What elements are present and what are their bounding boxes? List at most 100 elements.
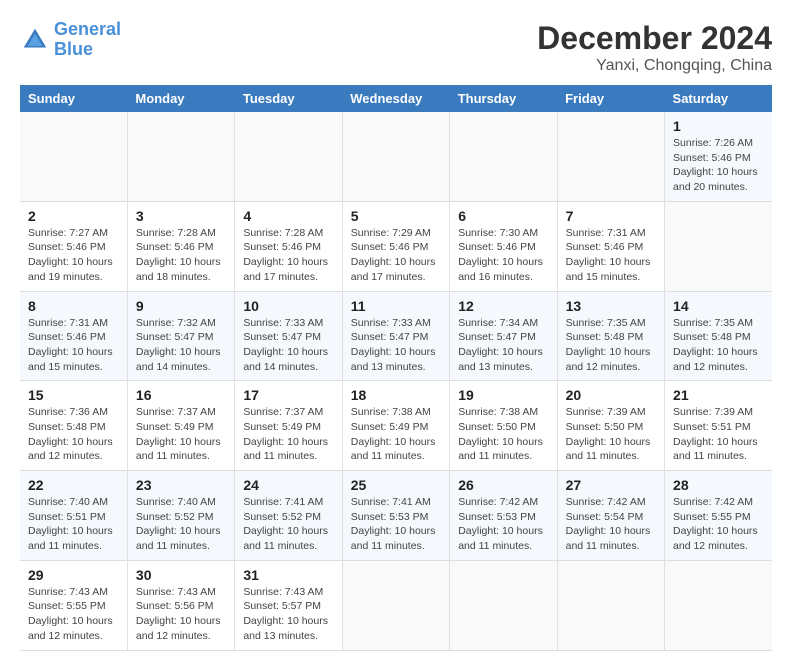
calendar-week-row: 2 Sunrise: 7:27 AMSunset: 5:46 PMDaylight… [20,201,772,291]
day-detail: Sunrise: 7:36 AMSunset: 5:48 PMDaylight:… [28,406,113,462]
day-number: 13 [566,298,656,314]
calendar-cell-empty [342,112,449,201]
day-detail: Sunrise: 7:33 AMSunset: 5:47 PMDaylight:… [351,317,436,373]
day-number: 8 [28,298,119,314]
calendar-cell-day-17: 17Sunrise: 7:37 AMSunset: 5:49 PMDayligh… [235,381,342,471]
calendar-cell-empty [665,201,772,291]
calendar-cell-day-6: 6Sunrise: 7:30 AMSunset: 5:46 PMDaylight… [450,201,557,291]
calendar-cell-day-23: 23 Sunrise: 7:40 AMSunset: 5:52 PMDayligh… [127,471,234,561]
logo-text: General Blue [54,20,121,60]
calendar-table: SundayMondayTuesdayWednesdayThursdayFrid… [20,85,772,651]
day-detail: Sunrise: 7:27 AMSunset: 5:46 PMDaylight:… [28,227,113,283]
day-detail: Sunrise: 7:38 AMSunset: 5:49 PMDaylight:… [351,406,436,462]
day-detail: Sunrise: 7:33 AMSunset: 5:47 PMDaylight:… [243,317,328,373]
calendar-cell-empty [20,112,127,201]
day-number: 22 [28,477,119,493]
day-detail: Sunrise: 7:26 AMSunset: 5:46 PMDaylight:… [673,137,758,193]
day-detail: Sunrise: 7:34 AMSunset: 5:47 PMDaylight:… [458,317,543,373]
day-number: 11 [351,298,441,314]
day-detail: Sunrise: 7:43 AMSunset: 5:55 PMDaylight:… [28,586,113,642]
day-number: 26 [458,477,548,493]
day-number: 2 [28,208,119,224]
calendar-cell-day-26: 26 Sunrise: 7:42 AMSunset: 5:53 PMDayligh… [450,471,557,561]
day-header-wednesday: Wednesday [342,85,449,112]
page-subtitle: Yanxi, Chongqing, China [537,57,772,75]
calendar-cell-day-7: 7 Sunrise: 7:31 AMSunset: 5:46 PMDaylight… [557,201,664,291]
day-detail: Sunrise: 7:38 AMSunset: 5:50 PMDaylight:… [458,406,543,462]
day-number: 18 [351,387,441,403]
logo-icon [20,25,50,55]
calendar-cell-empty [450,112,557,201]
day-number: 21 [673,387,764,403]
day-number: 29 [28,567,119,583]
day-detail: Sunrise: 7:28 AMSunset: 5:46 PMDaylight:… [243,227,328,283]
calendar-cell-empty [235,112,342,201]
calendar-cell-empty [557,560,664,650]
day-detail: Sunrise: 7:32 AMSunset: 5:47 PMDaylight:… [136,317,221,373]
calendar-week-row: 1Sunrise: 7:26 AMSunset: 5:46 PMDaylight… [20,112,772,201]
day-header-thursday: Thursday [450,85,557,112]
day-header-friday: Friday [557,85,664,112]
day-detail: Sunrise: 7:41 AMSunset: 5:52 PMDaylight:… [243,496,328,552]
day-detail: Sunrise: 7:42 AMSunset: 5:54 PMDaylight:… [566,496,651,552]
day-number: 16 [136,387,226,403]
day-detail: Sunrise: 7:42 AMSunset: 5:53 PMDaylight:… [458,496,543,552]
day-detail: Sunrise: 7:37 AMSunset: 5:49 PMDaylight:… [243,406,328,462]
calendar-cell-day-11: 11 Sunrise: 7:33 AMSunset: 5:47 PMDayligh… [342,291,449,381]
day-number: 24 [243,477,333,493]
day-detail: Sunrise: 7:40 AMSunset: 5:52 PMDaylight:… [136,496,221,552]
calendar-cell-empty [127,112,234,201]
calendar-cell-day-27: 27 Sunrise: 7:42 AMSunset: 5:54 PMDayligh… [557,471,664,561]
calendar-cell-day-16: 16 Sunrise: 7:37 AMSunset: 5:49 PMDayligh… [127,381,234,471]
calendar-cell-empty [450,560,557,650]
page-title: December 2024 [537,20,772,57]
calendar-cell-empty [557,112,664,201]
day-detail: Sunrise: 7:39 AMSunset: 5:50 PMDaylight:… [566,406,651,462]
day-detail: Sunrise: 7:30 AMSunset: 5:46 PMDaylight:… [458,227,543,283]
day-detail: Sunrise: 7:42 AMSunset: 5:55 PMDaylight:… [673,496,758,552]
day-header-monday: Monday [127,85,234,112]
day-header-tuesday: Tuesday [235,85,342,112]
day-detail: Sunrise: 7:37 AMSunset: 5:49 PMDaylight:… [136,406,221,462]
day-detail: Sunrise: 7:29 AMSunset: 5:46 PMDaylight:… [351,227,436,283]
day-number: 4 [243,208,333,224]
calendar-cell-day-30: 30 Sunrise: 7:43 AMSunset: 5:56 PMDayligh… [127,560,234,650]
day-detail: Sunrise: 7:35 AMSunset: 5:48 PMDaylight:… [566,317,651,373]
day-number: 19 [458,387,548,403]
day-header-saturday: Saturday [665,85,772,112]
calendar-cell-day-4: 4 Sunrise: 7:28 AMSunset: 5:46 PMDaylight… [235,201,342,291]
calendar-cell-day-2: 2 Sunrise: 7:27 AMSunset: 5:46 PMDaylight… [20,201,127,291]
day-number: 28 [673,477,764,493]
calendar-header-row: SundayMondayTuesdayWednesdayThursdayFrid… [20,85,772,112]
day-number: 27 [566,477,656,493]
calendar-week-row: 8 Sunrise: 7:31 AMSunset: 5:46 PMDaylight… [20,291,772,381]
calendar-cell-day-25: 25Sunrise: 7:41 AMSunset: 5:53 PMDayligh… [342,471,449,561]
calendar-cell-day-19: 19 Sunrise: 7:38 AMSunset: 5:50 PMDayligh… [450,381,557,471]
calendar-cell-day-20: 20Sunrise: 7:39 AMSunset: 5:50 PMDayligh… [557,381,664,471]
day-detail: Sunrise: 7:39 AMSunset: 5:51 PMDaylight:… [673,406,758,462]
day-number: 31 [243,567,333,583]
calendar-cell-day-29: 29 Sunrise: 7:43 AMSunset: 5:55 PMDayligh… [20,560,127,650]
calendar-cell-day-18: 18 Sunrise: 7:38 AMSunset: 5:49 PMDayligh… [342,381,449,471]
calendar-cell-day-8: 8 Sunrise: 7:31 AMSunset: 5:46 PMDaylight… [20,291,127,381]
day-number: 3 [136,208,226,224]
calendar-cell-day-1: 1Sunrise: 7:26 AMSunset: 5:46 PMDaylight… [665,112,772,201]
day-number: 23 [136,477,226,493]
logo: General Blue [20,20,121,60]
day-detail: Sunrise: 7:31 AMSunset: 5:46 PMDaylight:… [28,317,113,373]
day-number: 7 [566,208,656,224]
day-number: 10 [243,298,333,314]
calendar-cell-day-22: 22Sunrise: 7:40 AMSunset: 5:51 PMDayligh… [20,471,127,561]
calendar-cell-day-9: 9Sunrise: 7:32 AMSunset: 5:47 PMDaylight… [127,291,234,381]
day-detail: Sunrise: 7:31 AMSunset: 5:46 PMDaylight:… [566,227,651,283]
calendar-cell-day-28: 28 Sunrise: 7:42 AMSunset: 5:55 PMDayligh… [665,471,772,561]
calendar-cell-day-31: 31Sunrise: 7:43 AMSunset: 5:57 PMDayligh… [235,560,342,650]
day-detail: Sunrise: 7:43 AMSunset: 5:56 PMDaylight:… [136,586,221,642]
page-header: General Blue December 2024 Yanxi, Chongq… [20,20,772,75]
calendar-cell-day-10: 10 Sunrise: 7:33 AMSunset: 5:47 PMDayligh… [235,291,342,381]
calendar-cell-day-5: 5Sunrise: 7:29 AMSunset: 5:46 PMDaylight… [342,201,449,291]
calendar-cell-day-14: 14Sunrise: 7:35 AMSunset: 5:48 PMDayligh… [665,291,772,381]
calendar-cell-day-21: 21 Sunrise: 7:39 AMSunset: 5:51 PMDayligh… [665,381,772,471]
day-number: 30 [136,567,226,583]
calendar-week-row: 29 Sunrise: 7:43 AMSunset: 5:55 PMDayligh… [20,560,772,650]
